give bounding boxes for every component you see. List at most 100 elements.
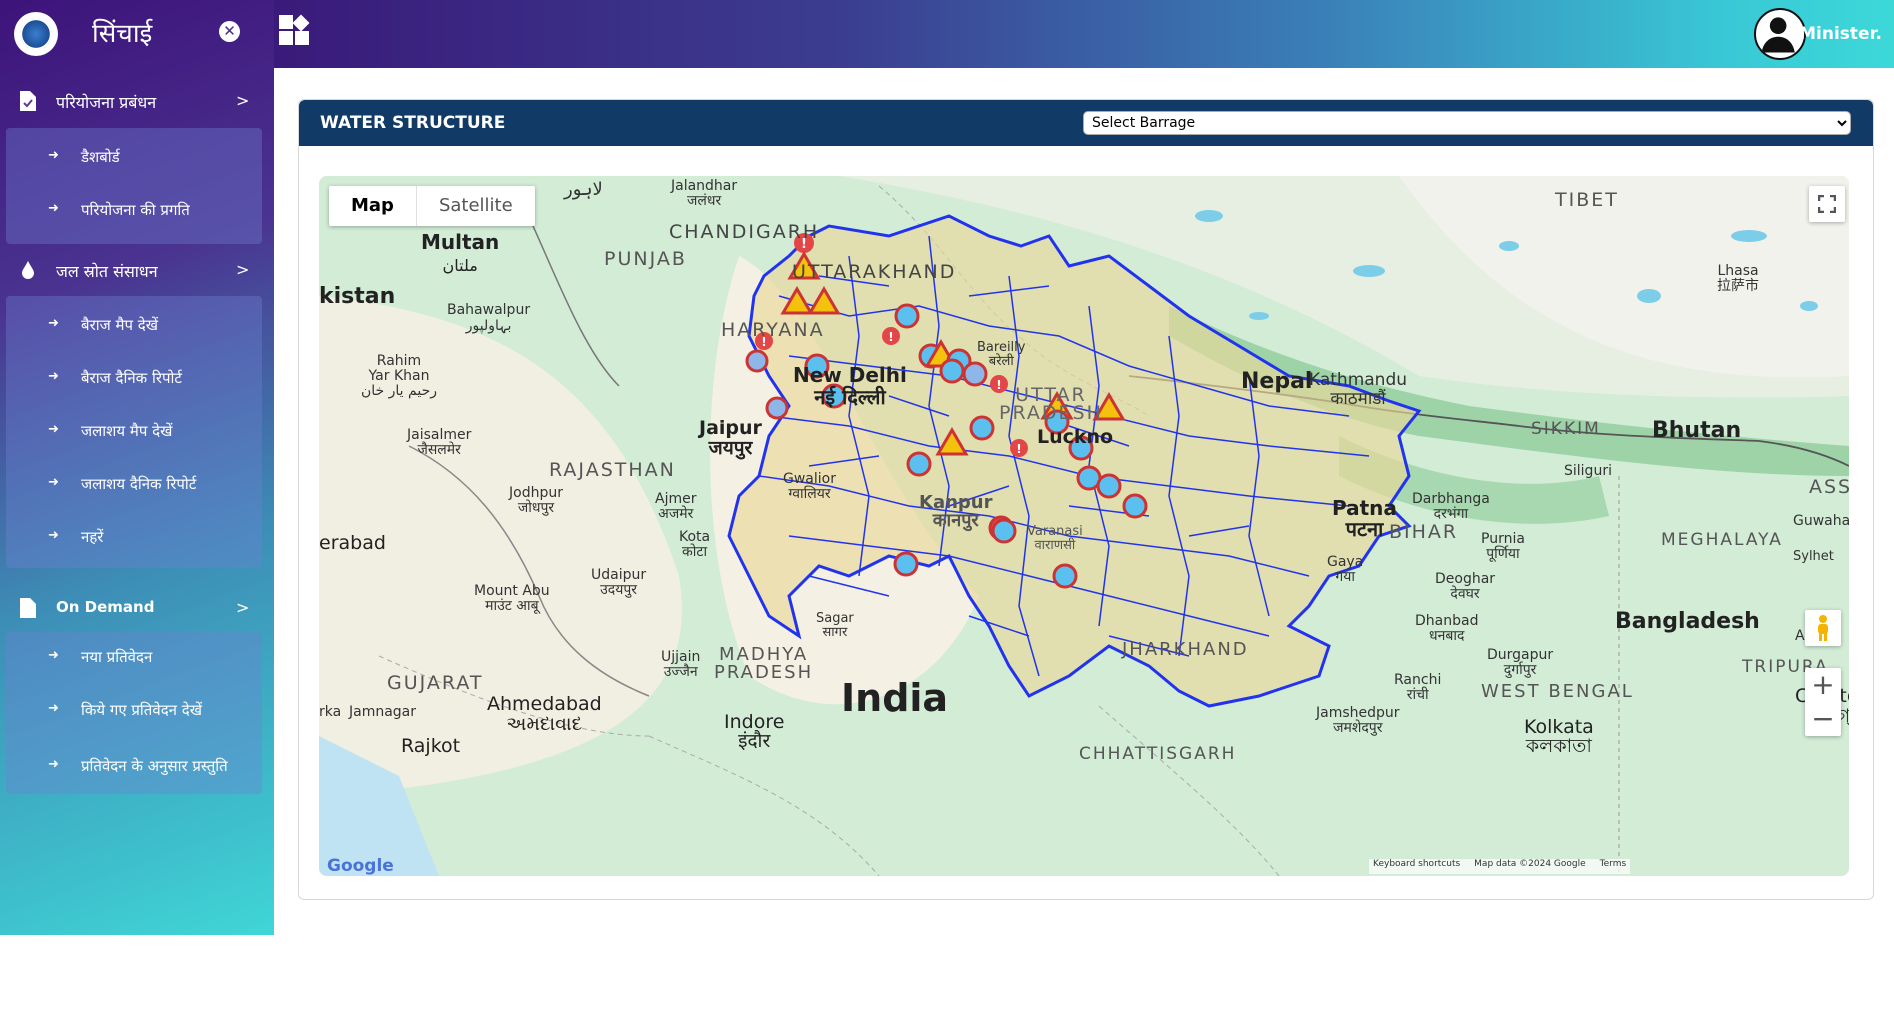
chevron-right-icon: > xyxy=(236,598,250,617)
sidebar-item-label: जलाशय दैनिक रिपोर्ट xyxy=(81,475,197,493)
sidebar-section-on-demand[interactable]: On Demand > xyxy=(0,584,274,634)
submenu-project-management: ➜ डैशबोर्ड ➜ परियोजना की प्रगति xyxy=(6,128,262,244)
terms-link[interactable]: Terms xyxy=(1600,859,1627,874)
map-label: Ujjain उज्जैन xyxy=(661,649,701,680)
map-label: GUJARAT xyxy=(387,672,484,694)
map-label: CHHATTISGARH xyxy=(1079,744,1237,764)
sidebar-item-canals[interactable]: ➜ नहरें xyxy=(6,516,262,560)
top-bar: Minister. xyxy=(274,0,1894,68)
sidebar-item-report-presentation[interactable]: ➜ प्रतिवेदन के अनुसार प्रस्तुति xyxy=(6,745,262,789)
map-label: Siliguri xyxy=(1564,463,1612,479)
arrow-right-icon: ➜ xyxy=(48,316,59,331)
sidebar-section-water-resources[interactable]: जल स्रोत संसाधन > xyxy=(0,246,274,296)
map-label: Jalandhar जलंधर xyxy=(671,178,738,209)
map-type-map-button[interactable]: Map xyxy=(329,186,416,226)
arrow-right-icon: ➜ xyxy=(48,475,59,490)
arrow-right-icon: ➜ xyxy=(48,369,59,384)
map-label: Jaipur जयपुर xyxy=(699,417,762,459)
map-label: Gaya गया xyxy=(1327,554,1364,585)
fullscreen-button[interactable] xyxy=(1809,186,1845,222)
map-label: Jaisalmer जैसलमेर xyxy=(407,427,472,458)
map-label: MADHYA PRADESH xyxy=(714,644,814,683)
zoom-in-button[interactable]: + xyxy=(1811,668,1834,702)
sidebar-item-reservoir-daily-report[interactable]: ➜ जलाशय दैनिक रिपोर्ट xyxy=(6,463,262,507)
sidebar-section-label: परियोजना प्रबंधन xyxy=(56,93,157,112)
map-label: UTTAR PRADESH xyxy=(999,384,1103,424)
sidebar-item-barrage-map[interactable]: ➜ बैराज मैप देखें xyxy=(6,304,262,348)
map-label: Guwahati xyxy=(1793,513,1849,529)
map-view[interactable]: ! ! ! ! ! Jalandhar जलंधर لاہور CHANDIGA… xyxy=(319,176,1849,876)
sidebar-item-label: प्रतिवेदन के अनुसार प्रस्तुति xyxy=(81,757,228,775)
map-label: HARYANA xyxy=(721,319,825,341)
map-label: Multan ملتان xyxy=(421,230,500,275)
map-label: Kathmandu काठमाडौं xyxy=(1309,370,1408,409)
sidebar-item-project-progress[interactable]: ➜ परियोजना की प्रगति xyxy=(6,189,262,233)
map-label: Darbhanga दरभंगा xyxy=(1412,491,1490,522)
user-name[interactable]: Minister. xyxy=(1799,24,1882,44)
select-barrage-dropdown[interactable]: Select Barrage xyxy=(1083,111,1851,135)
sidebar-item-reservoir-map[interactable]: ➜ जलाशय मैप देखें xyxy=(6,410,262,454)
google-logo: Google xyxy=(327,856,394,876)
map-label: Varanasi वाराणसी xyxy=(1027,524,1083,553)
map-label: Jamnagar xyxy=(349,704,417,720)
map-label: RAJASTHAN xyxy=(549,459,676,481)
close-icon: ✕ xyxy=(223,22,236,40)
sidebar-header: सिंचाई ✕ xyxy=(0,0,274,68)
map-label: Rajkot xyxy=(401,735,461,757)
sidebar-item-label: परियोजना की प्रगति xyxy=(81,201,190,219)
sidebar-item-label: नहरें xyxy=(81,528,104,546)
chevron-right-icon: > xyxy=(236,260,250,279)
map-label: Nepal xyxy=(1241,369,1313,394)
sidebar-item-label: बैराज मैप देखें xyxy=(81,316,158,334)
map-label: لاہور xyxy=(564,179,603,200)
sidebar-item-view-reports[interactable]: ➜ किये गए प्रतिवेदन देखें xyxy=(6,689,262,733)
map-label: rka xyxy=(319,704,342,720)
submenu-on-demand: ➜ नया प्रतिवेदन ➜ किये गए प्रतिवेदन देखे… xyxy=(6,632,262,794)
sidebar-item-label: डैशबोर्ड xyxy=(81,148,120,166)
zoom-out-button[interactable]: − xyxy=(1811,702,1834,736)
map-type-satellite-button[interactable]: Satellite xyxy=(415,186,535,226)
svg-text:!: ! xyxy=(1016,442,1021,456)
map-type-control: Map Satellite xyxy=(329,186,535,226)
map-label: Dhanbad धनबाद xyxy=(1415,613,1479,644)
map-data-credit: Map data ©2024 Google xyxy=(1474,859,1586,869)
arrow-right-icon: ➜ xyxy=(48,201,59,216)
map-label: erabad xyxy=(319,532,386,554)
map-label: Ahmedabad અમદાવાદ xyxy=(487,693,602,735)
map-label: Kota कोटा xyxy=(679,529,711,560)
fullscreen-icon xyxy=(1818,195,1836,213)
keyboard-shortcuts-link[interactable]: Keyboard shortcuts xyxy=(1373,859,1460,874)
map-label: Bhutan xyxy=(1652,418,1742,443)
map-canvas: ! ! ! ! ! xyxy=(319,176,1849,876)
map-label: Bangladesh xyxy=(1615,609,1760,634)
sidebar-item-label: किये गए प्रतिवेदन देखें xyxy=(81,701,202,719)
sidebar-section-label: जल स्रोत संसाधन xyxy=(56,262,158,281)
map-label: Ajmer अजमेर xyxy=(655,491,697,522)
close-sidebar-button[interactable]: ✕ xyxy=(219,21,240,42)
app-title: सिंचाई xyxy=(92,19,153,49)
document-check-icon xyxy=(20,91,36,111)
map-label: Durgapur दुर्गापुर xyxy=(1487,647,1554,678)
sidebar-item-new-report[interactable]: ➜ नया प्रतिवेदन xyxy=(6,636,262,680)
sidebar-item-label: जलाशय मैप देखें xyxy=(81,422,173,440)
map-label: SIKKIM xyxy=(1531,419,1601,439)
sidebar-section-project-management[interactable]: परियोजना प्रबंधन > xyxy=(0,77,274,127)
card-title: WATER STRUCTURE xyxy=(320,113,506,133)
map-label: Lhasa 拉萨市 xyxy=(1717,263,1759,294)
card-header: WATER STRUCTURE Select Barrage xyxy=(299,100,1873,146)
arrow-right-icon: ➜ xyxy=(48,701,59,716)
document-icon xyxy=(20,598,36,618)
map-label: Udaipur उदयपुर xyxy=(591,567,647,598)
sidebar-item-barrage-daily-report[interactable]: ➜ बैराज दैनिक रिपोर्ट xyxy=(6,357,262,401)
street-view-pegman[interactable] xyxy=(1805,610,1841,646)
sidebar-item-dashboard[interactable]: ➜ डैशबोर्ड xyxy=(6,136,262,180)
map-label: India xyxy=(841,676,949,720)
arrow-right-icon: ➜ xyxy=(48,757,59,772)
map-label: Jamshedpur जमशेदपुर xyxy=(1316,705,1400,736)
map-label: Bareilly बरेली xyxy=(977,340,1026,369)
map-label: Bahawalpur بہاولپور xyxy=(447,302,531,334)
user-icon xyxy=(1761,17,1795,53)
dashboard-grid-icon[interactable] xyxy=(278,14,312,48)
map-label: WEST BENGAL xyxy=(1481,681,1634,702)
map-label: PUNJAB xyxy=(604,248,687,270)
